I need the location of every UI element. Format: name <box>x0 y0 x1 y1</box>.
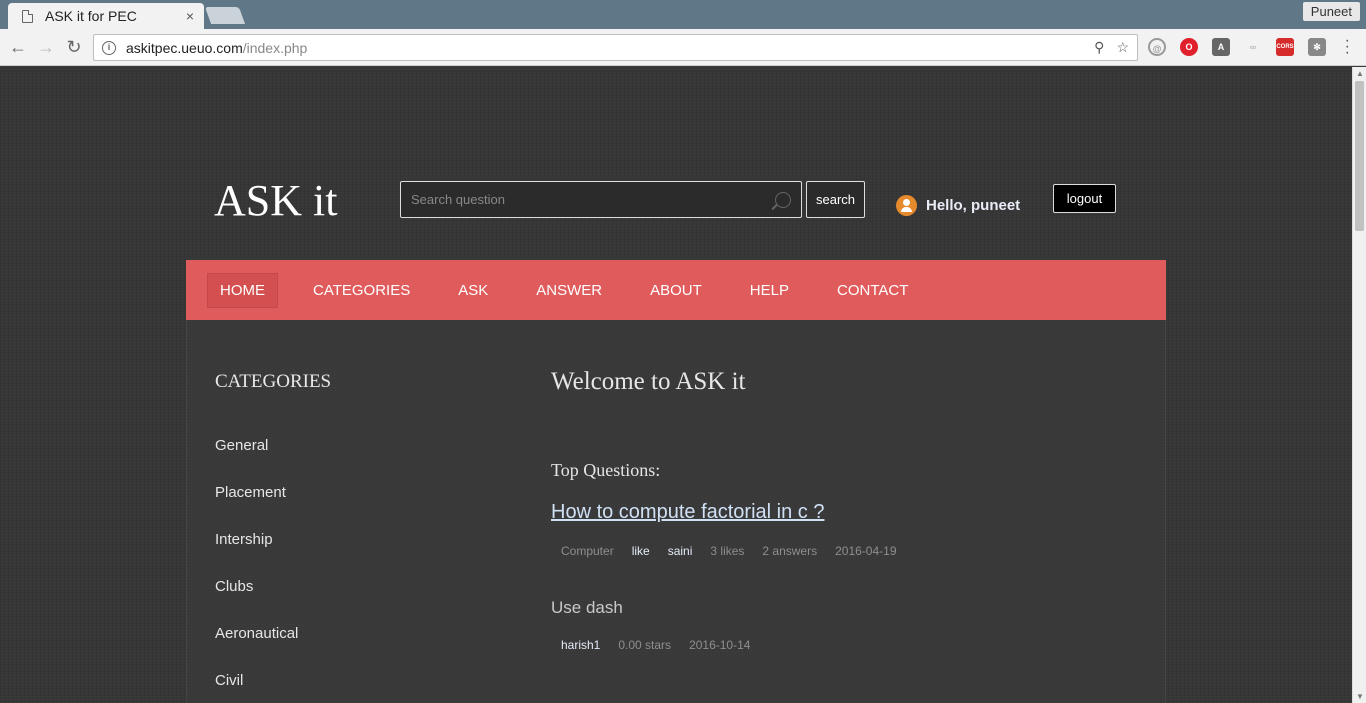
logout-button[interactable]: logout <box>1053 184 1116 213</box>
main-navbar: HOME CATEGORIES ASK ANSWER ABOUT HELP CO… <box>186 260 1166 320</box>
search-button[interactable]: search <box>806 181 865 218</box>
question-date: 2016-04-19 <box>835 544 897 558</box>
question-category: Computer <box>561 544 614 558</box>
answer-title: Use dash <box>551 598 623 617</box>
nav-answer[interactable]: ANSWER <box>523 273 615 308</box>
browser-menu-icon[interactable]: · · · <box>1345 33 1350 61</box>
category-clubs[interactable]: Clubs <box>215 578 298 625</box>
category-placement[interactable]: Placement <box>215 484 298 531</box>
category-aeronautical[interactable]: Aeronautical <box>215 625 298 672</box>
forward-icon[interactable]: → <box>36 37 56 57</box>
link-extension-icon[interactable]: ∞ <box>1244 38 1262 56</box>
site-title[interactable]: ASK it <box>214 175 337 226</box>
new-tab-button[interactable] <box>204 7 246 24</box>
tab-title: ASK it for PEC <box>45 8 137 24</box>
scrollbar-thumb[interactable] <box>1355 81 1364 231</box>
browser-toolbar: ← → ↻ i askitpec.ueuo.com /index.php ⚲ ☆… <box>0 29 1366 66</box>
info-icon[interactable]: i <box>102 40 116 55</box>
question-meta: Computer like saini 3 likes 2 answers 20… <box>561 544 915 558</box>
nav-home[interactable]: HOME <box>207 272 278 308</box>
reload-icon[interactable]: ↻ <box>64 37 84 57</box>
category-intership[interactable]: Intership <box>215 531 298 578</box>
nav-about[interactable]: ABOUT <box>637 273 715 308</box>
greeting-text[interactable]: Hello, puneet <box>926 197 1020 214</box>
user-greeting: Hello, puneet <box>896 195 1020 216</box>
key-icon[interactable]: ⚲ <box>1094 39 1104 56</box>
scroll-down-icon[interactable]: ▼ <box>1356 692 1364 701</box>
answer-meta: harish1 0.00 stars 2016-10-14 <box>561 638 768 652</box>
categories-heading: CATEGORIES <box>215 371 332 392</box>
question-author-link[interactable]: saini <box>668 544 693 558</box>
extension-at-icon[interactable]: @ <box>1148 38 1166 56</box>
nav-ask[interactable]: ASK <box>445 273 501 308</box>
nav-help[interactable]: HELP <box>737 273 802 308</box>
profile-button[interactable]: Puneet <box>1302 2 1360 21</box>
answer-date: 2016-10-14 <box>689 638 751 652</box>
nav-categories[interactable]: CATEGORIES <box>300 273 423 308</box>
content-panel: CATEGORIES General Placement Intership C… <box>186 320 1166 703</box>
url-path: /index.php <box>242 39 308 56</box>
url-host: askitpec.ueuo.com <box>126 39 243 56</box>
cors-extension-icon[interactable]: CORS <box>1276 38 1294 56</box>
browser-tab-bar: ASK it for PEC × Puneet <box>0 0 1366 29</box>
search-icon[interactable] <box>775 191 791 208</box>
search-input[interactable] <box>411 192 775 207</box>
angular-extension-icon[interactable]: A <box>1212 38 1230 56</box>
answer-author-link[interactable]: harish1 <box>561 638 600 652</box>
close-tab-icon[interactable]: × <box>186 8 194 24</box>
opera-extension-icon[interactable]: O <box>1180 38 1198 56</box>
user-avatar-icon <box>896 195 917 216</box>
category-civil[interactable]: Civil <box>215 672 298 703</box>
category-general[interactable]: General <box>215 437 298 484</box>
browser-tab[interactable]: ASK it for PEC × <box>8 3 204 29</box>
bookmark-star-icon[interactable]: ☆ <box>1116 39 1129 56</box>
search-box <box>400 181 802 218</box>
question-answers: 2 answers <box>762 544 818 558</box>
question-title-link[interactable]: How to compute factorial in c ? <box>551 501 824 524</box>
extension-icons: @ O A ∞ CORS ✻ <box>1148 38 1326 56</box>
back-icon[interactable]: ← <box>8 37 28 57</box>
like-link[interactable]: like <box>632 544 650 558</box>
address-bar[interactable]: i askitpec.ueuo.com /index.php ⚲ ☆ <box>93 34 1138 61</box>
page-scrollbar[interactable]: ▲ ▼ <box>1352 67 1366 703</box>
category-list: General Placement Intership Clubs Aerona… <box>215 437 298 703</box>
react-extension-icon[interactable]: ✻ <box>1308 38 1326 56</box>
question-likes: 3 likes <box>710 544 745 558</box>
scroll-up-icon[interactable]: ▲ <box>1356 69 1364 78</box>
nav-contact[interactable]: CONTACT <box>824 273 921 308</box>
page: ASK it search Hello, puneet logout HOME … <box>0 67 1352 703</box>
welcome-heading: Welcome to ASK it <box>551 368 746 395</box>
top-questions-label: Top Questions: <box>551 460 661 480</box>
page-icon <box>22 9 33 23</box>
answer-stars: 0.00 stars <box>618 638 672 652</box>
